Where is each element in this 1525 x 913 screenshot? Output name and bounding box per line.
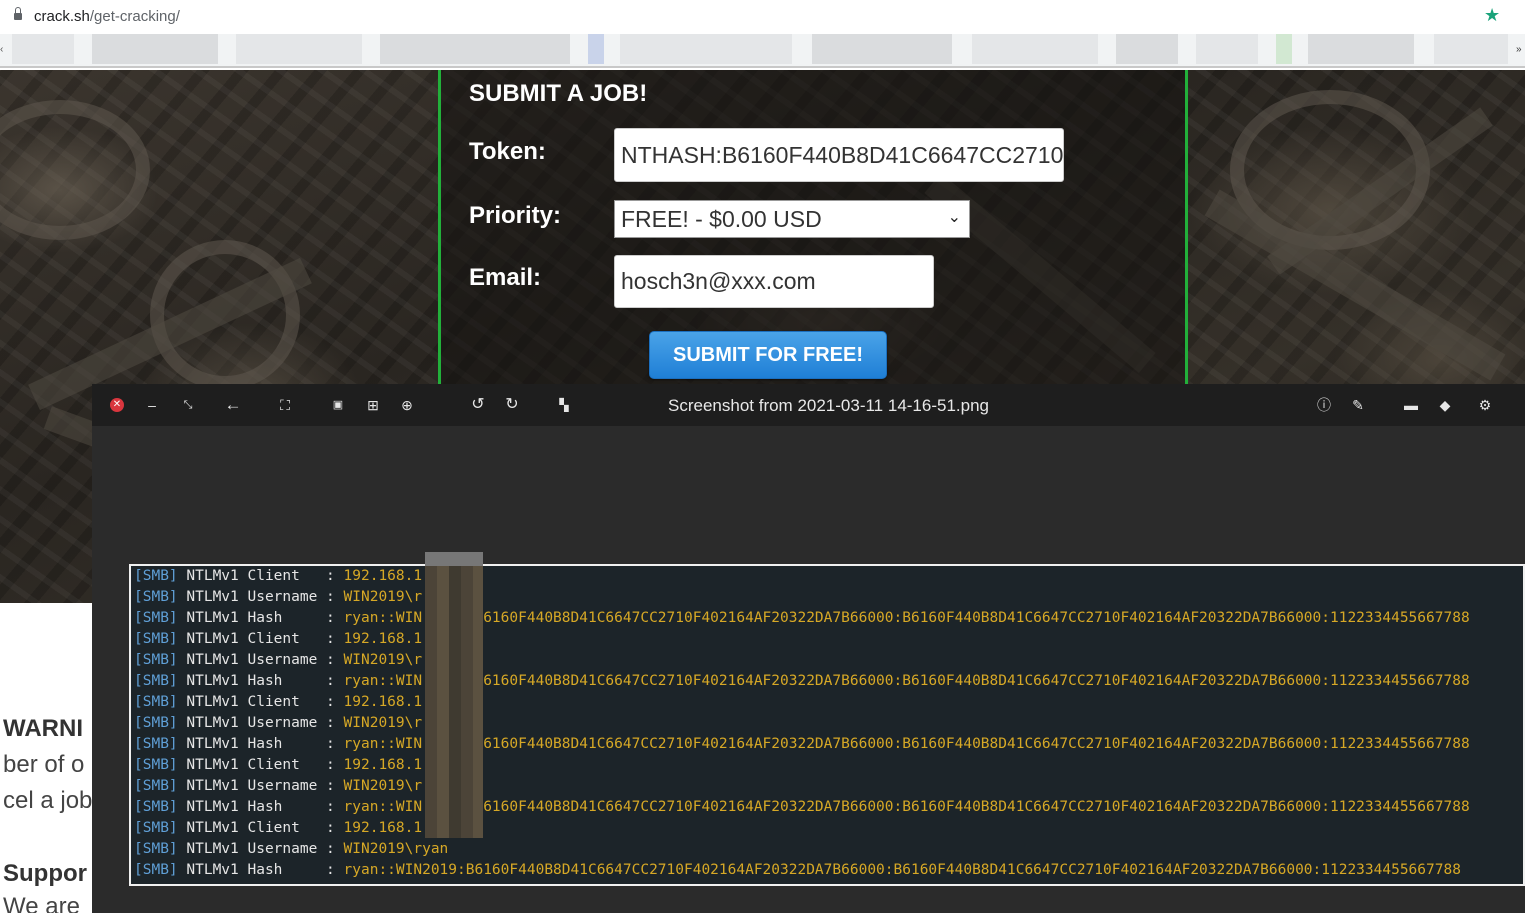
priority-label: Priority:	[469, 202, 562, 229]
address-bar[interactable]: crack.sh/get-cracking/ ★	[0, 0, 1525, 34]
viewer-title: Screenshot from 2021-03-11 14-16-51.png	[668, 396, 989, 415]
lock-icon	[14, 7, 22, 21]
bookmark-item[interactable]	[620, 34, 792, 64]
warning-heading: WARNI	[3, 715, 83, 742]
chevron-down-icon: ⌄	[947, 209, 961, 226]
settings-icon[interactable]: ⚙	[1475, 395, 1495, 415]
bookmark-item[interactable]	[1276, 34, 1292, 64]
bookmark-item[interactable]	[588, 34, 604, 64]
terminal-line: [SMB] NTLMv1 Hash : ryan::WIN 6160F440B8…	[134, 673, 1470, 689]
key-decoration	[0, 100, 150, 240]
token-input[interactable]: NTHASH:B6160F440B8D41C6647CC2710F402164A…	[614, 128, 1064, 182]
info-icon[interactable]: ⓘ	[1314, 395, 1334, 415]
bookmarks-left-icon[interactable]: ‹	[0, 44, 3, 55]
bookmark-star-icon[interactable]: ★	[1484, 5, 1500, 26]
terminal-line: [SMB] NTLMv1 Hash : ryan::WIN2019:B6160F…	[134, 862, 1461, 878]
screen: crack.sh/get-cracking/ ★ ‹ » SUBMIT A JO…	[0, 0, 1525, 913]
viewer-toolbar: ✕ – ⤡ ← ⛶ ▣ ⊞ ⊕ ↺ ↻ ▚ Screenshot from 20…	[92, 384, 1525, 426]
email-label: Email:	[469, 264, 542, 291]
page-paragraph: We are	[3, 893, 80, 913]
url-text[interactable]: crack.sh/get-cracking/	[34, 8, 180, 25]
bookmark-item[interactable]	[1196, 34, 1258, 64]
bookmark-item[interactable]	[812, 34, 952, 64]
terminal-line: [SMB] NTLMv1 Client : 192.168.1	[134, 568, 423, 584]
terminal-line: [SMB] NTLMv1 Hash : ryan::WIN 6160F440B8…	[134, 610, 1470, 626]
terminal-line: [SMB] NTLMv1 Hash : ryan::WIN 6160F440B8…	[134, 736, 1470, 752]
panel-title: SUBMIT A JOB!	[469, 80, 648, 107]
terminal-line: [SMB] NTLMv1 Hash : ryan::WIN 6160F440B8…	[134, 799, 1470, 815]
url-host: crack.sh	[34, 8, 90, 25]
priority-value: FREE! - $0.00 USD	[621, 205, 822, 232]
url-path: /get-cracking/	[89, 8, 180, 25]
redaction-block	[425, 552, 483, 566]
bookmark-item[interactable]	[92, 34, 218, 64]
page-paragraph: cel a job	[3, 787, 93, 814]
terminal-line: [SMB] NTLMv1 Client : 192.168.1	[134, 694, 423, 710]
bookmark-item[interactable]	[380, 34, 570, 64]
terminal-line: [SMB] NTLMv1 Username : WIN2019\r	[134, 715, 423, 731]
bookmark-item[interactable]	[236, 34, 362, 64]
bookmark-item[interactable]	[1434, 34, 1508, 64]
terminal-line: [SMB] NTLMv1 Username : WIN2019\ryan	[134, 841, 449, 857]
comment-icon[interactable]: ▬	[1401, 395, 1421, 415]
terminal-line: [SMB] NTLMv1 Client : 192.168.1	[134, 820, 423, 836]
terminal-line: [SMB] NTLMv1 Username : WIN2019\r	[134, 652, 423, 668]
tag-icon[interactable]: ◆	[1435, 395, 1455, 415]
bookmarks-overflow-icon[interactable]: »	[1516, 44, 1522, 55]
bookmark-item[interactable]	[12, 34, 74, 64]
page-paragraph: ber of o	[3, 751, 85, 778]
email-input[interactable]: hosch3n@xxx.com	[614, 255, 934, 308]
terminal-screenshot: [SMB] NTLMv1 Client : 192.168.1 [SMB] NT…	[129, 564, 1525, 886]
token-label: Token:	[469, 138, 546, 165]
bookmark-item[interactable]	[972, 34, 1098, 64]
terminal-line: [SMB] NTLMv1 Client : 192.168.1	[134, 631, 423, 647]
terminal-line: [SMB] NTLMv1 Username : WIN2019\r	[134, 589, 423, 605]
bookmark-item[interactable]	[1308, 34, 1414, 64]
submit-button[interactable]: SUBMIT FOR FREE!	[649, 331, 887, 379]
bookmarks-bar	[0, 34, 1525, 68]
bookmark-item[interactable]	[1116, 34, 1178, 64]
support-heading: Suppor	[3, 860, 87, 887]
redaction-block	[425, 566, 483, 838]
terminal-line: [SMB] NTLMv1 Username : WIN2019\r	[134, 778, 423, 794]
priority-select[interactable]: FREE! - $0.00 USD ⌄	[614, 200, 970, 238]
terminal-line: [SMB] NTLMv1 Client : 192.168.1	[134, 757, 423, 773]
draw-icon[interactable]: ✎	[1348, 395, 1368, 415]
